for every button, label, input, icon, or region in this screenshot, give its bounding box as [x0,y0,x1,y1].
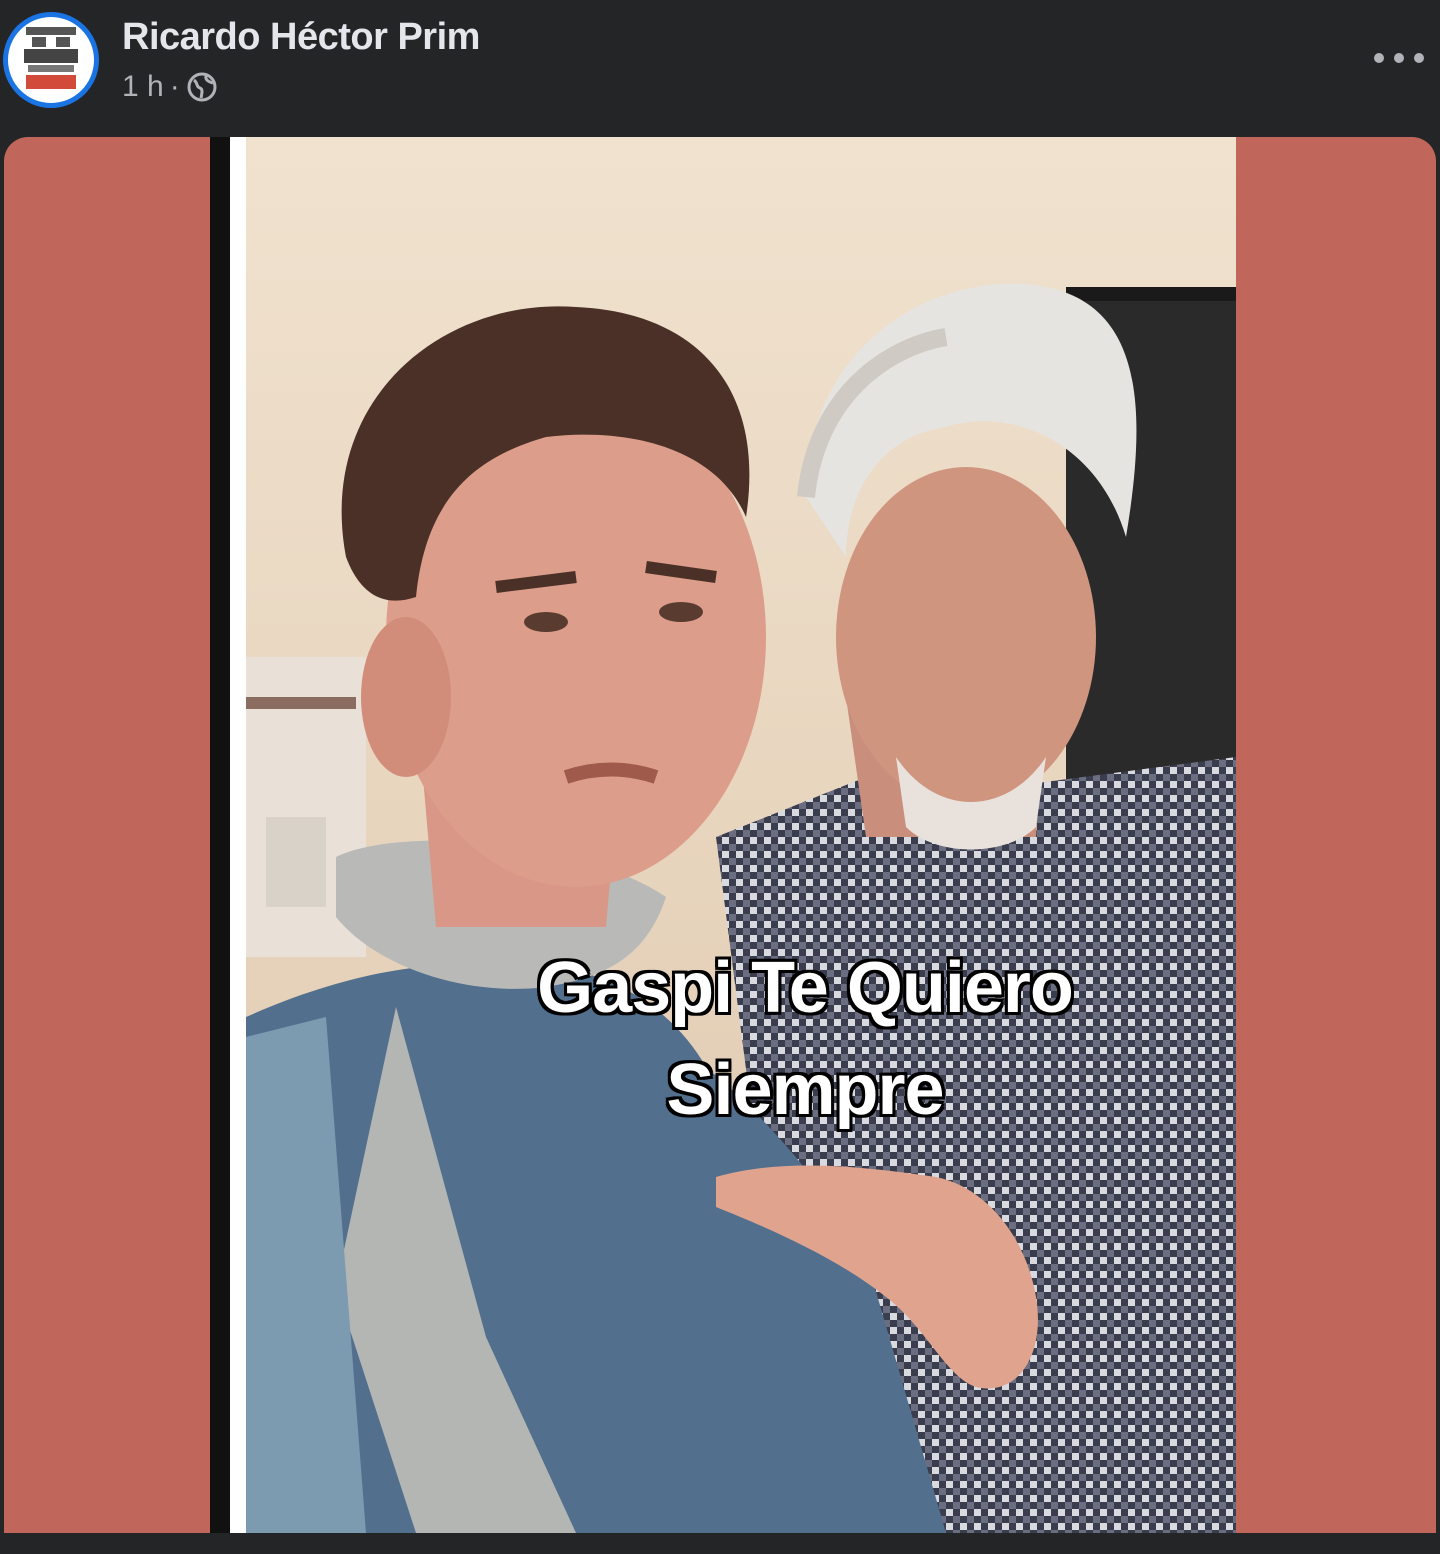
avatar-logo [8,17,94,103]
facebook-post: Ricardo Héctor Prim 1 h · Gaspi Te Quier… [0,0,1440,1554]
dot [1374,53,1384,63]
meta-separator: · [169,70,180,103]
photo-frame: Gaspi Te Quiero Siempre [210,137,1236,1533]
image-caption: Gaspi Te Quiero Siempre [455,937,1155,1141]
avatar[interactable] [3,12,99,108]
more-options-icon[interactable] [1374,40,1424,76]
post-time[interactable]: 1 h [122,70,164,104]
globe-icon[interactable] [186,71,218,103]
post-image[interactable]: Gaspi Te Quiero Siempre [4,137,1436,1533]
caption-line-2: Siempre [666,1050,944,1131]
post-footer-edge [0,1533,1440,1554]
post-header: Ricardo Héctor Prim 1 h · [0,0,1440,135]
author-name[interactable]: Ricardo Héctor Prim [122,16,480,59]
caption-line-1: Gaspi Te Quiero [537,948,1074,1028]
dot [1414,53,1424,63]
photo-border [210,137,230,1533]
photo [246,137,1236,1533]
post-meta: 1 h · [122,70,218,104]
dot [1394,53,1404,63]
